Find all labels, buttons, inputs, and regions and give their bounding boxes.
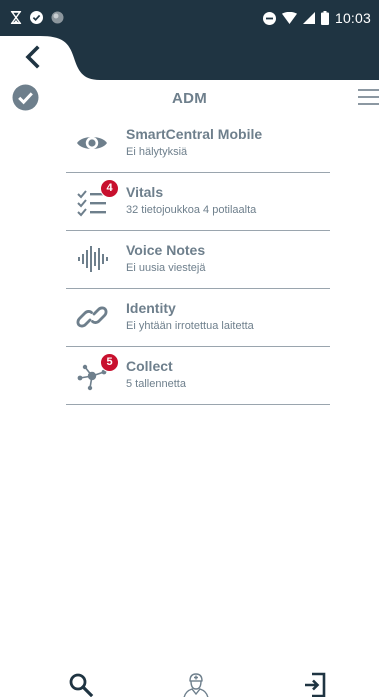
nurse-profile-icon[interactable] bbox=[182, 672, 210, 697]
page-title: ADM bbox=[171, 90, 208, 107]
list-item-vitals[interactable]: 4 Vitals 32 tietojoukkoa 4 potilaalta bbox=[66, 173, 330, 231]
eye-icon bbox=[77, 136, 107, 150]
chevron-left-icon bbox=[25, 45, 40, 69]
bottom-navigation bbox=[0, 670, 379, 697]
cell-signal-icon bbox=[302, 12, 315, 24]
login-icon[interactable] bbox=[302, 672, 328, 697]
item-subtitle: 5 tallennetta bbox=[126, 378, 186, 390]
hamburger-menu-icon[interactable] bbox=[358, 88, 379, 106]
status-bar-left bbox=[10, 11, 64, 24]
notification-badge: 4 bbox=[100, 179, 119, 198]
item-title: Collect bbox=[126, 358, 173, 374]
waveform-icon bbox=[78, 246, 108, 272]
do-not-disturb-icon bbox=[262, 11, 276, 25]
wifi-icon bbox=[281, 12, 297, 24]
list-item-collect[interactable]: 5 Collect 5 tallennetta bbox=[66, 347, 330, 405]
check-circle-status-icon bbox=[30, 11, 43, 24]
back-button[interactable] bbox=[20, 44, 46, 70]
item-title: Vitals bbox=[126, 184, 164, 200]
hourglass-icon bbox=[10, 11, 22, 24]
app-screen: 10:03 ADM SmartCentral Mobile Ei hälytyk… bbox=[0, 0, 379, 697]
item-subtitle: Ei hälytyksiä bbox=[126, 146, 188, 158]
list-item-identity[interactable]: Identity Ei yhtään irrotettua laitetta bbox=[66, 289, 330, 347]
service-list: SmartCentral Mobile Ei hälytyksiä 4 Vita… bbox=[66, 115, 330, 405]
item-subtitle: Ei yhtään irrotettua laitetta bbox=[126, 320, 254, 332]
notification-badge: 5 bbox=[100, 353, 119, 372]
item-title: Voice Notes bbox=[126, 242, 206, 258]
item-subtitle: Ei uusia viestejä bbox=[126, 262, 206, 274]
item-subtitle: 32 tietojoukkoa 4 potilaalta bbox=[126, 204, 257, 216]
link-icon bbox=[76, 306, 108, 328]
item-title: SmartCentral Mobile bbox=[126, 126, 263, 142]
status-time: 10:03 bbox=[334, 10, 371, 26]
search-icon[interactable] bbox=[68, 672, 94, 697]
sync-dot-icon bbox=[51, 11, 64, 24]
list-item-smartcentral-mobile[interactable]: SmartCentral Mobile Ei hälytyksiä bbox=[66, 115, 330, 173]
item-title: Identity bbox=[126, 300, 176, 316]
battery-icon bbox=[320, 11, 329, 25]
status-bar-right: 10:03 bbox=[262, 10, 371, 26]
list-item-voice-notes[interactable]: Voice Notes Ei uusia viestejä bbox=[66, 231, 330, 289]
